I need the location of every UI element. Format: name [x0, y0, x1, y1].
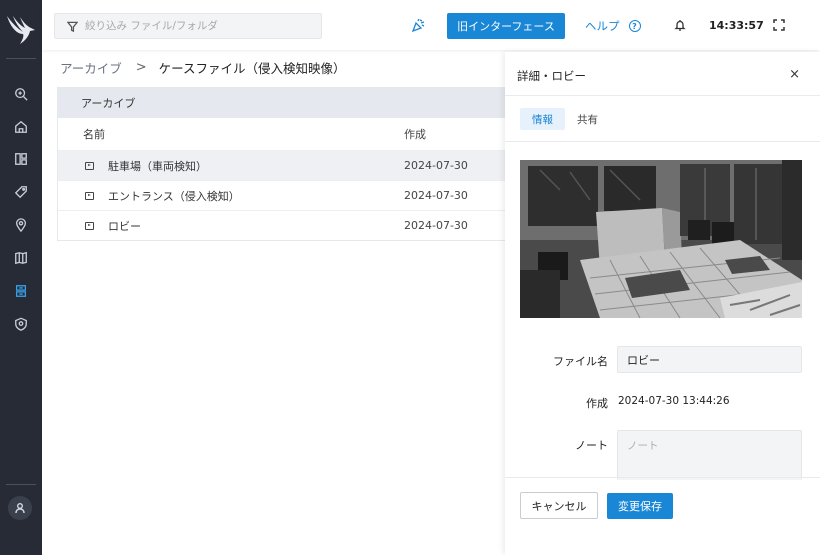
row-created: 2024-07-30 [404, 159, 468, 172]
rail-divider [6, 58, 36, 59]
row-created: 2024-07-30 [404, 219, 468, 232]
video-file-icon [85, 161, 94, 170]
cancel-button[interactable]: キャンセル [520, 492, 598, 519]
row-name-cell: 駐車場（車両検知） [58, 158, 404, 174]
row-name: ロビー [108, 219, 141, 233]
filename-input[interactable] [617, 346, 802, 373]
old-interface-button[interactable]: 旧インターフェース [447, 13, 565, 39]
row-name-cell: ロビー [58, 218, 404, 234]
created-value: 2024-07-30 13:44:26 [618, 395, 730, 407]
fullscreen-icon[interactable] [773, 19, 785, 34]
table-row[interactable]: ロビー 2024-07-30 [58, 210, 516, 240]
row-name-cell: エントランス（侵入検知） [58, 188, 404, 204]
dashboard-icon[interactable] [11, 149, 31, 169]
divider [505, 477, 820, 478]
home-icon[interactable] [11, 117, 31, 137]
divider [505, 141, 820, 142]
note-label: ノート [575, 439, 608, 452]
tab-info[interactable]: 情報 [520, 108, 565, 130]
help-link[interactable]: ヘルプ ? [585, 18, 641, 34]
filename-label: ファイル名 [553, 355, 608, 368]
save-button[interactable]: 変更保存 [607, 493, 673, 519]
table-header-row: 名前 作成 [58, 118, 516, 150]
lobby-camera-frame [520, 160, 802, 318]
location-pin-icon[interactable] [11, 215, 31, 235]
party-popper-icon[interactable] [411, 18, 425, 35]
help-label: ヘルプ [585, 19, 620, 33]
file-table: アーカイブ 名前 作成 駐車場（車両検知） 2024-07-30 エントランス（… [57, 87, 517, 241]
map-icon[interactable] [11, 248, 31, 268]
search-zoom-icon[interactable] [11, 84, 31, 104]
column-header-name[interactable]: 名前 [58, 126, 404, 142]
shield-icon[interactable] [11, 314, 31, 334]
avatar[interactable] [8, 496, 32, 520]
video-file-icon [85, 221, 94, 230]
row-name: エントランス（侵入検知） [108, 189, 240, 203]
breadcrumb-current: ケースファイル（侵入検知映像） [158, 61, 346, 76]
details-panel: 詳細・ロビー × 情報 共有 ファイル名 ロビー 作成 2024-07-30 1… [505, 52, 820, 555]
tab-share[interactable]: 共有 [565, 108, 610, 130]
note-textarea[interactable] [617, 430, 802, 480]
top-bar: 旧インターフェース ヘルプ ? 14:33:57 [42, 0, 820, 50]
table-row[interactable]: エントランス（侵入検知） 2024-07-30 [58, 180, 516, 210]
side-rail [0, 0, 42, 555]
clock: 14:33:57 [709, 19, 764, 32]
video-file-icon [85, 191, 94, 200]
panel-tabs: 情報 共有 [520, 108, 610, 130]
breadcrumb-root[interactable]: アーカイブ [60, 58, 122, 77]
rail-divider [6, 484, 36, 485]
breadcrumb: アーカイブ > ケースファイル（侵入検知映像） [60, 58, 346, 77]
tag-icon[interactable] [11, 182, 31, 202]
breadcrumb-separator: > [135, 60, 147, 75]
user-icon [15, 503, 25, 514]
eagle-logo-icon [7, 16, 35, 44]
filter-icon [67, 21, 78, 32]
row-name: 駐車場（車両検知） [108, 159, 207, 173]
bell-icon[interactable] [674, 19, 686, 34]
search-box [54, 13, 322, 39]
close-icon[interactable]: × [789, 67, 800, 82]
filter-input[interactable] [85, 20, 305, 32]
table-group-header: アーカイブ [58, 88, 516, 118]
divider [505, 95, 820, 96]
created-label: 作成 [586, 397, 608, 410]
help-circle-icon: ? [628, 20, 641, 32]
panel-title: 詳細・ロビー [517, 69, 586, 83]
row-created: 2024-07-30 [404, 189, 468, 202]
column-header-created[interactable]: 作成 [404, 126, 426, 142]
table-row[interactable]: 駐車場（車両検知） 2024-07-30 [58, 150, 516, 180]
video-preview[interactable] [520, 160, 802, 318]
archive-icon[interactable] [11, 281, 31, 301]
